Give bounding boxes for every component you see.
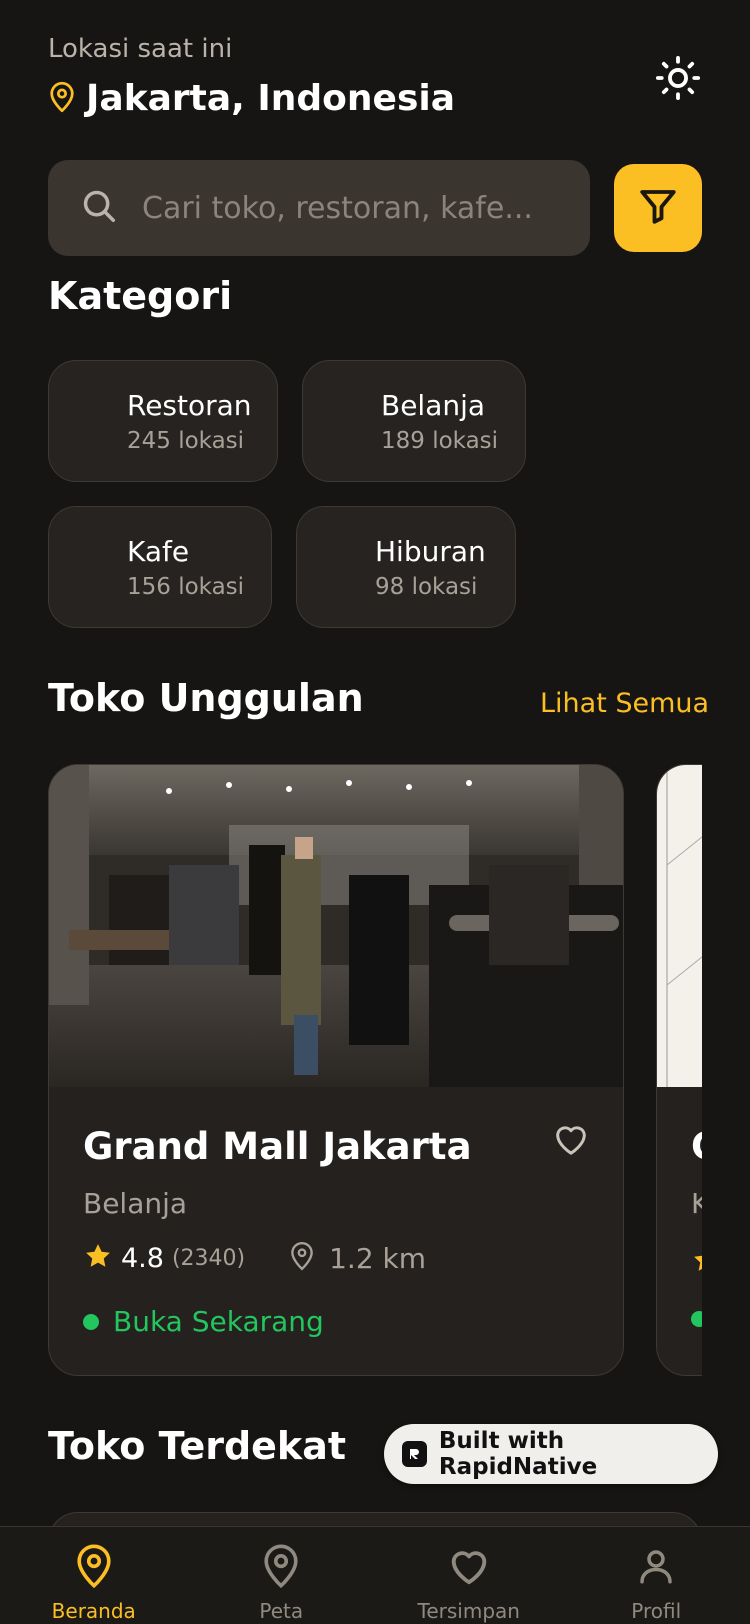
store-name: Grand Mall Jakarta <box>83 1125 472 1168</box>
search-bar[interactable] <box>48 160 590 256</box>
category-name: Restoran <box>127 389 252 422</box>
store-name: C <box>691 1125 702 1168</box>
heart-icon <box>551 1126 591 1163</box>
location-selector[interactable]: Jakarta, Indonesia <box>48 78 455 119</box>
nav-item-tersimpan[interactable]: Tersimpan <box>375 1527 563 1624</box>
nearby-title: Toko Terdekat <box>48 1424 347 1468</box>
rapidnative-logo-icon <box>402 1441 427 1467</box>
sun-icon <box>655 55 701 105</box>
badge-label: Built with RapidNative <box>438 1428 598 1480</box>
store-status: Buka Sekarang <box>83 1305 324 1338</box>
location-label: Lokasi saat ini <box>48 34 233 64</box>
store-image <box>657 765 702 1087</box>
category-name: Belanja <box>381 389 486 422</box>
favorite-button[interactable] <box>551 1119 591 1159</box>
filter-button[interactable] <box>614 164 702 252</box>
nav-label: Profil <box>631 1599 682 1623</box>
category-count: 245 lokasi <box>127 428 245 454</box>
status-dot <box>83 1313 99 1330</box>
featured-title: Toko Unggulan <box>48 676 364 720</box>
user-icon <box>635 1543 677 1593</box>
store-status-text: Buka Sekarang <box>113 1305 324 1338</box>
built-with-badge[interactable]: Built with RapidNative <box>384 1424 718 1484</box>
star-icon <box>691 1245 702 1279</box>
nav-label: Peta <box>259 1599 304 1623</box>
location-pin-icon <box>289 1241 315 1275</box>
categories-title: Kategori <box>48 274 233 318</box>
category-name: Kafe <box>127 535 190 568</box>
store-rating: 4.8 <box>121 1242 164 1274</box>
nav-item-peta[interactable]: Peta <box>188 1527 376 1624</box>
map-pin-icon <box>48 81 76 117</box>
category-name: Hiburan <box>375 535 486 568</box>
nav-item-profil[interactable]: Profil <box>563 1527 750 1624</box>
nav-item-beranda[interactable]: Beranda <box>0 1527 188 1624</box>
location-city: Jakarta, Indonesia <box>86 78 456 119</box>
featured-store-card[interactable]: Grand Mall Jakarta Belanja 4.8 (2340) 1.… <box>48 764 624 1376</box>
category-count: 98 lokasi <box>375 574 478 600</box>
store-review-count: (2340) <box>171 1245 246 1271</box>
store-meta: 4.8 (2340) 1.2 km <box>83 1241 426 1275</box>
nav-label: Beranda <box>51 1599 136 1623</box>
heart-icon <box>446 1543 492 1593</box>
star-icon <box>83 1241 113 1275</box>
category-card-kafe[interactable]: Kafe 156 lokasi <box>48 506 272 628</box>
store-distance: 1.2 km <box>329 1241 427 1275</box>
nav-label: Tersimpan <box>417 1599 520 1623</box>
status-dot <box>691 1311 702 1327</box>
featured-store-card-2[interactable]: C K <box>656 764 702 1376</box>
search-input[interactable] <box>142 190 562 226</box>
bottom-nav: Beranda Peta Tersimpan Profil <box>0 1526 750 1624</box>
category-count: 189 lokasi <box>381 428 499 454</box>
map-pin-icon <box>260 1543 302 1593</box>
category-card-restoran[interactable]: Restoran 245 lokasi <box>48 360 278 482</box>
search-icon <box>80 187 118 229</box>
store-image <box>49 765 623 1087</box>
map-pin-icon <box>73 1543 115 1593</box>
filter-icon <box>637 185 679 231</box>
category-card-belanja[interactable]: Belanja 189 lokasi <box>302 360 526 482</box>
see-all-link[interactable]: Lihat Semua <box>540 688 709 719</box>
theme-toggle-button[interactable] <box>654 55 702 105</box>
category-card-hiburan[interactable]: Hiburan 98 lokasi <box>296 506 516 628</box>
category-count: 156 lokasi <box>127 574 245 600</box>
store-category: K <box>691 1187 702 1220</box>
store-category: Belanja <box>83 1187 188 1220</box>
